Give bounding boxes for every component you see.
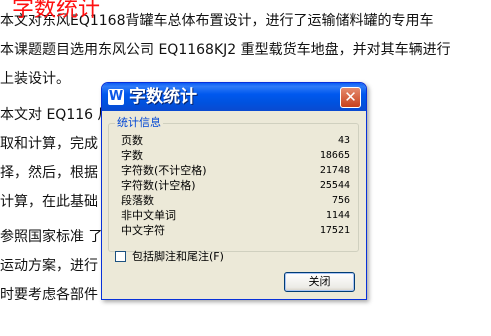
stat-row-characters-no-spaces: 字符数(不计空格) 21748 — [121, 164, 350, 177]
stat-label: 字符数(计空格) — [121, 179, 196, 192]
stat-row-non-chinese-words: 非中文单词 1144 — [121, 209, 350, 222]
document-line: 时要考虑各部件 — [0, 287, 98, 303]
document-line: 计算，在此基础 — [0, 194, 98, 210]
stat-row-pages: 页数 43 — [121, 134, 350, 147]
word-app-icon: W — [108, 89, 124, 105]
statistics-group-title: 统计信息 — [115, 116, 163, 130]
include-footnotes-option[interactable]: 包括脚注和尾注(F) — [115, 250, 245, 264]
stat-row-characters-with-spaces: 字符数(计空格) 25544 — [121, 179, 350, 192]
watermark-title: 字数统计 — [12, 0, 101, 22]
document-line: 本课题题目选用东风公司 EQ1168KJ2 重型载货车地盘，并对其车辆进行 — [0, 42, 451, 58]
stat-label: 中文字符 — [121, 224, 165, 237]
dialog-title: 字数统计 — [129, 87, 197, 107]
stat-value: 756 — [331, 195, 350, 206]
word-count-dialog: W 字数统计 ✕ 统计信息 页数 43 字数 18665 字符数(不计空格) 2… — [101, 82, 367, 300]
stat-value: 17521 — [319, 225, 350, 236]
stat-label: 字数 — [121, 149, 143, 162]
close-icon[interactable]: ✕ — [340, 87, 361, 108]
stat-value: 1144 — [325, 210, 350, 221]
statistics-group: 统计信息 页数 43 字数 18665 字符数(不计空格) 21748 字符数(… — [108, 116, 359, 252]
stat-value: 43 — [337, 135, 350, 146]
stat-value: 18665 — [319, 150, 350, 161]
stat-row-chinese-characters: 中文字符 17521 — [121, 224, 350, 237]
stat-label: 字符数(不计空格) — [121, 164, 207, 177]
include-footnotes-checkbox[interactable] — [115, 251, 126, 262]
stat-row-words: 字数 18665 — [121, 149, 350, 162]
stat-label: 页数 — [121, 134, 143, 147]
document-line: 上装设计。 — [0, 71, 70, 87]
dialog-titlebar[interactable]: W 字数统计 ✕ — [102, 83, 366, 111]
stat-value: 21748 — [319, 165, 350, 176]
include-footnotes-label[interactable]: 包括脚注和尾注(F) — [132, 250, 224, 264]
stat-row-paragraphs: 段落数 756 — [121, 194, 350, 207]
stat-label: 段落数 — [121, 194, 154, 207]
stat-label: 非中文单词 — [121, 209, 176, 222]
stat-value: 25544 — [319, 180, 350, 191]
close-button[interactable]: 关闭 — [284, 272, 355, 292]
